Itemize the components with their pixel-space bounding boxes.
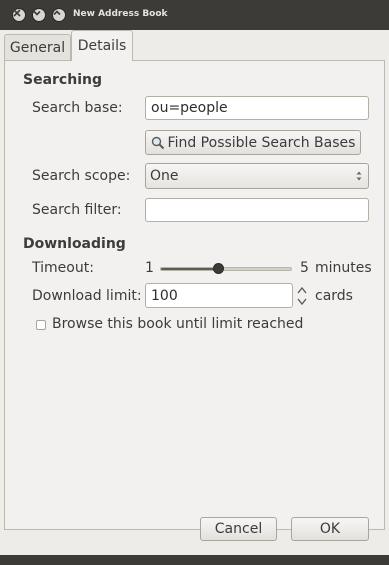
timeout-slider[interactable] [160,267,292,271]
minimize-window-button[interactable] [32,8,46,22]
downloading-heading: Downloading [23,236,126,252]
search-base-input[interactable]: ou=people [145,96,369,120]
search-scope-label: Search scope: [32,168,131,184]
download-limit-unit: cards [315,288,353,304]
find-search-bases-button[interactable]: Find Possible Search Bases [145,130,361,155]
download-limit-label: Download limit: [32,288,142,304]
searching-heading: Searching [23,72,102,88]
close-icon [13,9,21,17]
titlebar: New Address Book [0,0,389,30]
tab-general-label: General [9,39,66,56]
tab-details[interactable]: Details [71,30,133,61]
search-filter-label: Search filter: [32,202,122,218]
search-filter-input[interactable] [145,198,369,222]
timeout-label: Timeout: [32,260,94,276]
browse-checkbox[interactable] [36,320,46,330]
find-search-bases-label: Find Possible Search Bases [167,134,356,151]
timeout-min-label: 1 [145,260,154,276]
timeout-slider-handle[interactable] [212,263,224,274]
close-window-button[interactable] [12,8,26,22]
search-scope-value: One [150,168,179,184]
minimize-icon [33,10,41,16]
maximize-icon [53,10,61,16]
window-title: New Address Book [73,9,168,19]
browse-checkbox-label: Browse this book until limit reached [52,316,304,332]
maximize-window-button[interactable] [52,8,66,22]
window-bottom-border [0,555,389,565]
search-base-value: ou=people [151,100,228,116]
cancel-button-label: Cancel [214,521,263,537]
timeout-max-label: 5 [300,260,309,276]
ok-button[interactable]: OK [291,517,369,541]
magnifier-icon [151,136,164,149]
search-scope-select[interactable]: One [145,163,369,189]
tab-general[interactable]: General [4,34,71,60]
cancel-button[interactable]: Cancel [200,517,277,541]
timeout-slider-fill [161,268,220,270]
details-panel: Searching Search base: ou=people Find Po… [4,60,385,530]
download-limit-value: 100 [151,287,178,304]
updown-arrows-icon [356,171,362,181]
ok-button-label: OK [319,521,341,537]
address-book-dialog: New Address Book General Details Searchi… [0,0,389,565]
search-base-label: Search base: [32,100,123,116]
timeout-unit-label: minutes [315,260,372,276]
tab-details-label: Details [77,38,127,54]
spin-arrows-icon[interactable] [295,284,309,308]
download-limit-input[interactable]: 100 [145,283,293,308]
dialog-body: General Details Searching Search base: o… [0,30,389,565]
